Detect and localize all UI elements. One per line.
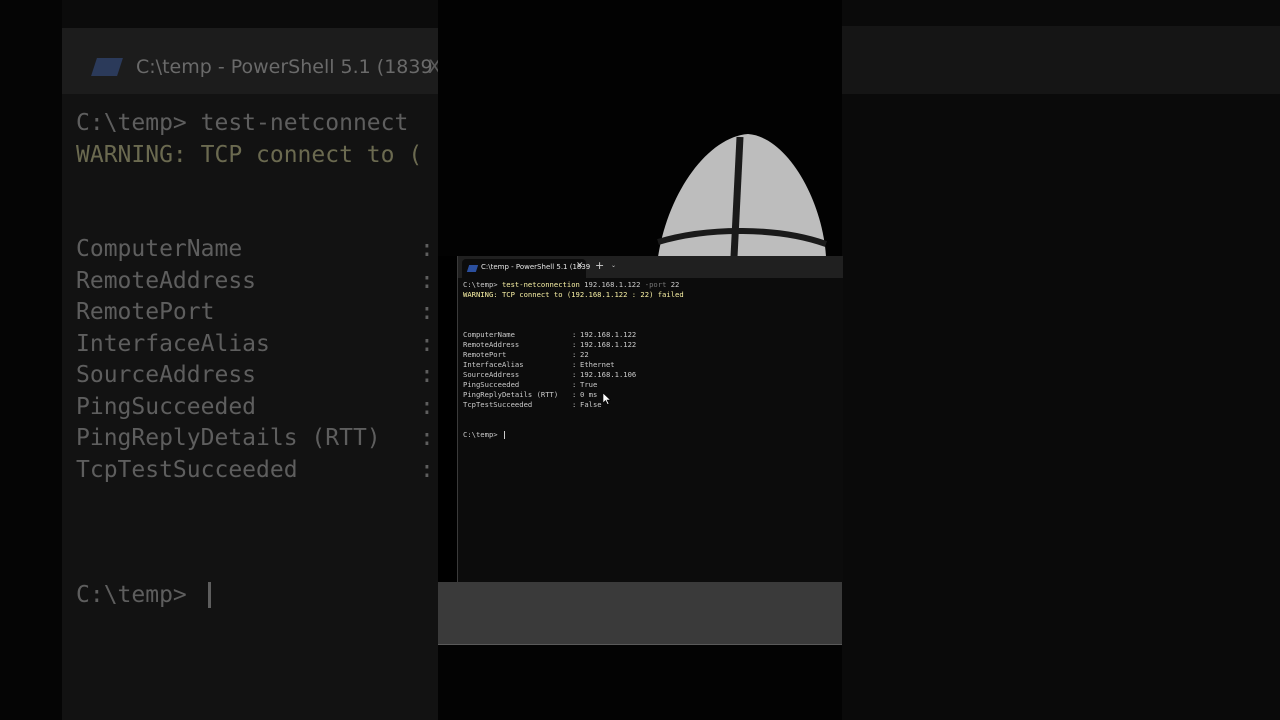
background-zoomed-terminal — [0, 0, 438, 720]
text-cursor — [503, 431, 505, 439]
background-separator: : — [420, 299, 434, 325]
background-texture — [438, 582, 842, 644]
tab-title: C:\temp - PowerShell 5.1 (1839 — [481, 263, 591, 271]
background-prop: ComputerName — [76, 236, 243, 262]
terminal-window[interactable]: C:\temp - PowerShell 5.1 (1839 ✕ + ⌄ C:\… — [457, 256, 843, 582]
background-separator: : — [420, 236, 434, 262]
command-address: 192.168.1.122 — [584, 280, 641, 289]
powershell-icon — [466, 265, 479, 272]
background-prop: TcpTestSucceeded — [76, 457, 298, 483]
background-prop: PingSucceeded — [76, 394, 257, 420]
background-strip — [0, 0, 62, 720]
helmet-graphic — [657, 134, 828, 258]
title-bar[interactable]: C:\temp - PowerShell 5.1 (1839 ✕ + ⌄ — [458, 256, 843, 278]
background-separator: : — [420, 362, 434, 388]
background-warning-line: WARNING: TCP connect to ( — [76, 142, 423, 168]
tab-powershell[interactable]: C:\temp - PowerShell 5.1 (1839 ✕ — [462, 259, 590, 278]
background-prop: SourceAddress — [76, 362, 257, 388]
new-tab-button[interactable]: + — [595, 259, 604, 272]
background-separator: : — [420, 268, 434, 294]
command-line: C:\temp> test-netconnection 192.168.1.12… — [463, 280, 679, 290]
final-prompt-line[interactable]: C:\temp> — [463, 430, 505, 440]
background-separator: : — [420, 457, 434, 483]
separator: : — [572, 400, 577, 409]
result-row: TcpTestSucceeded: False — [463, 390, 843, 420]
mouse-pointer-icon — [603, 393, 611, 405]
background-command-line: C:\temp> test-netconnect — [76, 110, 409, 136]
chevron-down-icon[interactable]: ⌄ — [611, 262, 616, 269]
prompt: C:\temp> — [463, 280, 498, 289]
warning-line: WARNING: TCP connect to (192.168.1.122 :… — [463, 290, 684, 299]
command-port: 22 — [670, 280, 680, 289]
background-cursor — [208, 582, 211, 608]
close-icon[interactable]: ✕ — [576, 261, 584, 271]
property-value: False — [580, 400, 602, 409]
command: test-netconnection — [501, 280, 580, 289]
background-right — [842, 0, 1280, 720]
background-prop: PingReplyDetails (RTT) — [76, 425, 381, 451]
background-dark-bottom — [438, 644, 842, 720]
background-prop: InterfaceAlias — [76, 331, 270, 357]
final-prompt: C:\temp> — [463, 430, 498, 439]
background-prop: RemoteAddress — [76, 268, 257, 294]
background-tab-title: C:\temp - PowerShell 5.1 (1839 — [136, 56, 433, 78]
property-name: TcpTestSucceeded — [463, 400, 533, 409]
command-param: -port — [644, 280, 667, 289]
background-prompt: C:\temp> — [76, 582, 187, 608]
background-divider — [438, 644, 842, 645]
background-separator: : — [420, 425, 434, 451]
background-separator: : — [420, 394, 434, 420]
background-prop: RemotePort — [76, 299, 215, 325]
background-separator: : — [420, 331, 434, 357]
